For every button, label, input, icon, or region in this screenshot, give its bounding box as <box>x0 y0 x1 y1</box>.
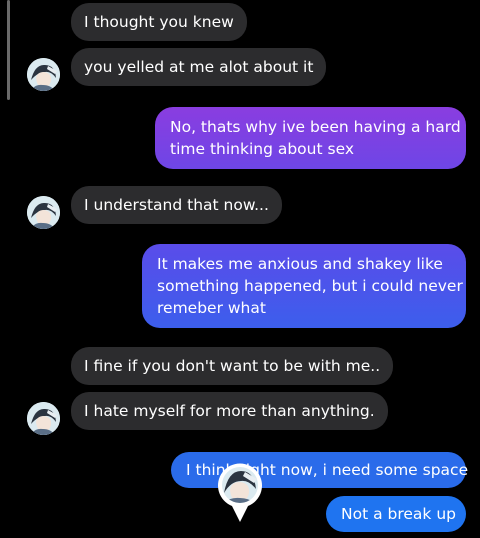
message-text: Not a break up <box>341 505 456 523</box>
message-text: I fine if you don't want to be with me.. <box>84 357 381 375</box>
avatar-icon[interactable] <box>27 196 60 229</box>
message-bubble-incoming[interactable]: I thought you knew <box>71 3 247 41</box>
message-bubble-outgoing[interactable]: I think right now, i need some space <box>171 452 468 488</box>
message-text-line: something happened, but i could never <box>157 277 463 295</box>
message-bubble-incoming[interactable]: I hate myself for more than anything. <box>71 392 388 430</box>
avatar-icon[interactable] <box>27 58 60 91</box>
message-bubble-incoming[interactable]: I fine if you don't want to be with me.. <box>71 347 394 385</box>
message-bubble-outgoing[interactable]: Not a break up <box>326 496 466 532</box>
message-text-line: No, thats why ive been having a hard <box>170 118 461 136</box>
message-text-line: time thinking about sex <box>170 140 355 158</box>
message-bubble-incoming[interactable]: you yelled at me alot about it <box>71 48 327 86</box>
message-text-line: It makes me anxious and shakey like <box>157 255 443 273</box>
message-text: I understand that now... <box>84 196 269 214</box>
seen-avatar-icon[interactable] <box>217 462 263 524</box>
avatar-icon[interactable] <box>27 402 60 435</box>
message-text: I hate myself for more than anything. <box>84 402 375 420</box>
message-text-line: remeber what <box>157 299 266 317</box>
message-bubble-outgoing[interactable]: No, thats why ive been having a hard tim… <box>155 107 466 169</box>
message-bubble-incoming[interactable]: I understand that now... <box>71 186 282 224</box>
message-text: you yelled at me alot about it <box>84 58 314 76</box>
scroll-indicator[interactable] <box>7 0 10 100</box>
message-text: I thought you knew <box>84 13 234 31</box>
message-bubble-outgoing[interactable]: It makes me anxious and shakey like some… <box>142 244 466 328</box>
